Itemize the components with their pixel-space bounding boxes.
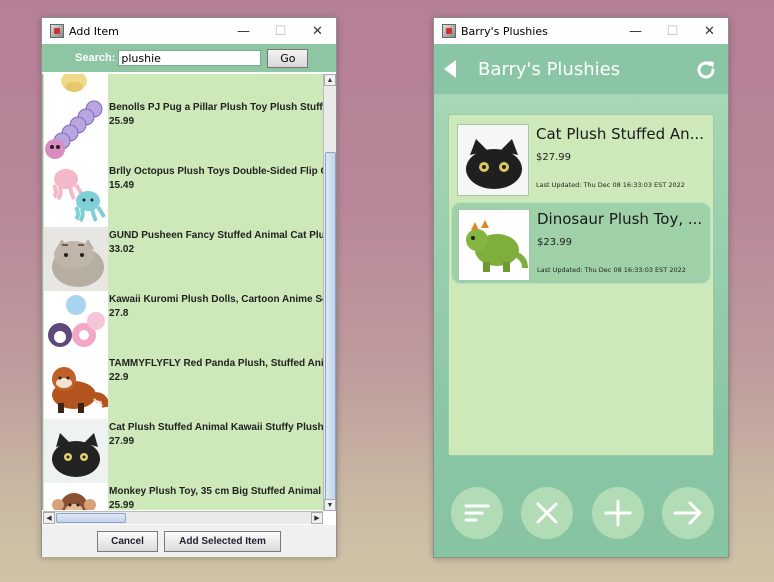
results-list[interactable]: Benolls PJ Pug a Pillar Plush Toy Plush … bbox=[42, 74, 323, 510]
kuromi-plush-image bbox=[44, 291, 108, 355]
back-arrow-icon[interactable] bbox=[444, 60, 456, 78]
scroll-up-arrow-icon[interactable]: ▲ bbox=[324, 74, 336, 86]
refresh-icon[interactable] bbox=[694, 58, 718, 87]
list-item-partial[interactable] bbox=[43, 74, 323, 99]
close-button[interactable]: ✕ bbox=[299, 18, 336, 44]
item-name: GUND Pusheen Fancy Stuffed Animal Cat Pl… bbox=[109, 230, 323, 241]
card-updated: Last Updated: Thu Dec 08 16:33:03 EST 20… bbox=[537, 266, 686, 274]
vertical-scrollbar[interactable]: ▲ ▼ bbox=[323, 74, 336, 511]
scroll-right-arrow-icon[interactable]: ▶ bbox=[311, 512, 323, 524]
sort-button[interactable] bbox=[451, 487, 503, 539]
minimize-button[interactable]: — bbox=[225, 18, 262, 44]
item-price: 33.02 bbox=[109, 244, 135, 255]
item-name: Cat Plush Stuffed Animal Kawaii Stuffy P… bbox=[109, 422, 323, 433]
java-app-icon bbox=[50, 24, 64, 38]
card-price: $27.99 bbox=[536, 152, 571, 163]
add-selected-item-button[interactable]: Add Selected Item bbox=[164, 530, 281, 552]
octopus-plush-image bbox=[44, 163, 108, 227]
inventory-card-selected[interactable]: Dinosaur Plush Toy, ... $23.99 Last Upda… bbox=[451, 202, 711, 284]
item-price: 27.8 bbox=[109, 308, 129, 319]
maximize-button: ☐ bbox=[274, 23, 287, 39]
window-title: Add Item bbox=[69, 24, 119, 38]
cancel-button[interactable]: Cancel bbox=[97, 530, 158, 552]
scroll-left-arrow-icon[interactable]: ◀ bbox=[43, 512, 55, 524]
item-price: 27.99 bbox=[109, 436, 135, 447]
dinosaur-plush-image bbox=[458, 209, 530, 281]
search-label: Search: bbox=[75, 52, 116, 64]
title-bar[interactable]: Barry's Plushies — ☐ ✕ bbox=[434, 18, 728, 44]
black-cat-plush-image bbox=[457, 124, 529, 196]
search-input[interactable] bbox=[118, 50, 262, 66]
card-title: Dinosaur Plush Toy, ... bbox=[537, 210, 703, 228]
item-name: Brlly Octopus Plush Toys Double-Sided Fl… bbox=[109, 166, 323, 177]
monkey-plush-image bbox=[44, 483, 108, 510]
card-price: $23.99 bbox=[537, 237, 572, 248]
sort-icon bbox=[464, 504, 490, 522]
scroll-down-arrow-icon[interactable]: ▼ bbox=[324, 499, 336, 511]
list-item[interactable]: Cat Plush Stuffed Animal Kawaii Stuffy P… bbox=[43, 419, 323, 483]
search-bar: Search: Go bbox=[42, 44, 336, 72]
button-bar: Cancel Add Selected Item bbox=[42, 525, 336, 557]
app-body: Cat Plush Stuffed An... $27.99 Last Upda… bbox=[434, 94, 728, 557]
card-updated: Last Updated: Thu Dec 08 16:33:03 EST 20… bbox=[536, 181, 685, 189]
java-app-icon bbox=[442, 24, 456, 38]
window-title: Barry's Plushies bbox=[461, 24, 548, 38]
minimize-button[interactable]: — bbox=[617, 18, 654, 44]
inventory-card[interactable]: Cat Plush Stuffed An... $27.99 Last Upda… bbox=[451, 118, 711, 200]
caterpillar-plush-image bbox=[44, 99, 108, 163]
item-price: 25.99 bbox=[109, 116, 135, 127]
app-title: Barry's Plushies bbox=[478, 59, 621, 80]
next-icon bbox=[673, 501, 702, 525]
title-bar[interactable]: Add Item — ☐ ✕ bbox=[42, 18, 336, 44]
go-button[interactable]: Go bbox=[267, 48, 309, 68]
app-header: Barry's Plushies bbox=[434, 44, 728, 94]
list-item[interactable]: TAMMYFLYFLY Red Panda Plush, Stuffed Ani… bbox=[43, 355, 323, 419]
item-name: Monkey Plush Toy, 35 cm Big Stuffed Anim… bbox=[109, 486, 322, 497]
item-price: 25.99 bbox=[109, 500, 135, 510]
add-button[interactable] bbox=[592, 487, 644, 539]
list-item[interactable]: GUND Pusheen Fancy Stuffed Animal Cat Pl… bbox=[43, 227, 323, 291]
next-button[interactable] bbox=[662, 487, 714, 539]
delete-button[interactable] bbox=[521, 487, 573, 539]
pusheen-plush-image bbox=[44, 227, 108, 291]
list-item[interactable]: Benolls PJ Pug a Pillar Plush Toy Plush … bbox=[43, 99, 323, 163]
maximize-button: ☐ bbox=[666, 23, 679, 39]
item-price: 15.49 bbox=[109, 180, 135, 191]
scroll-thumb[interactable] bbox=[56, 513, 126, 523]
item-name: Benolls PJ Pug a Pillar Plush Toy Plush … bbox=[109, 102, 323, 113]
add-item-window: Add Item — ☐ ✕ Search: Go Benolls PJ Pug… bbox=[41, 17, 337, 557]
red-panda-plush-image bbox=[44, 355, 108, 419]
barrys-plushies-window: Barry's Plushies — ☐ ✕ Barry's Plushies … bbox=[433, 17, 729, 558]
item-name: Kawaii Kuromi Plush Dolls, Cartoon Anime… bbox=[109, 294, 323, 305]
add-icon bbox=[604, 499, 632, 527]
card-title: Cat Plush Stuffed An... bbox=[536, 125, 704, 143]
close-button[interactable]: ✕ bbox=[691, 18, 728, 44]
black-cat-plush-image bbox=[44, 419, 108, 483]
delete-icon bbox=[536, 502, 558, 524]
scroll-thumb[interactable] bbox=[325, 152, 336, 507]
item-price: 22.9 bbox=[109, 372, 129, 383]
inventory-list[interactable]: Cat Plush Stuffed An... $27.99 Last Upda… bbox=[448, 114, 714, 456]
list-item[interactable]: Monkey Plush Toy, 35 cm Big Stuffed Anim… bbox=[43, 483, 323, 510]
horizontal-scrollbar[interactable]: ◀ ▶ bbox=[43, 511, 323, 524]
list-item[interactable]: Brlly Octopus Plush Toys Double-Sided Fl… bbox=[43, 163, 323, 227]
list-item[interactable]: Kawaii Kuromi Plush Dolls, Cartoon Anime… bbox=[43, 291, 323, 355]
plush-image bbox=[44, 74, 108, 99]
item-name: TAMMYFLYFLY Red Panda Plush, Stuffed Ani… bbox=[109, 358, 323, 369]
